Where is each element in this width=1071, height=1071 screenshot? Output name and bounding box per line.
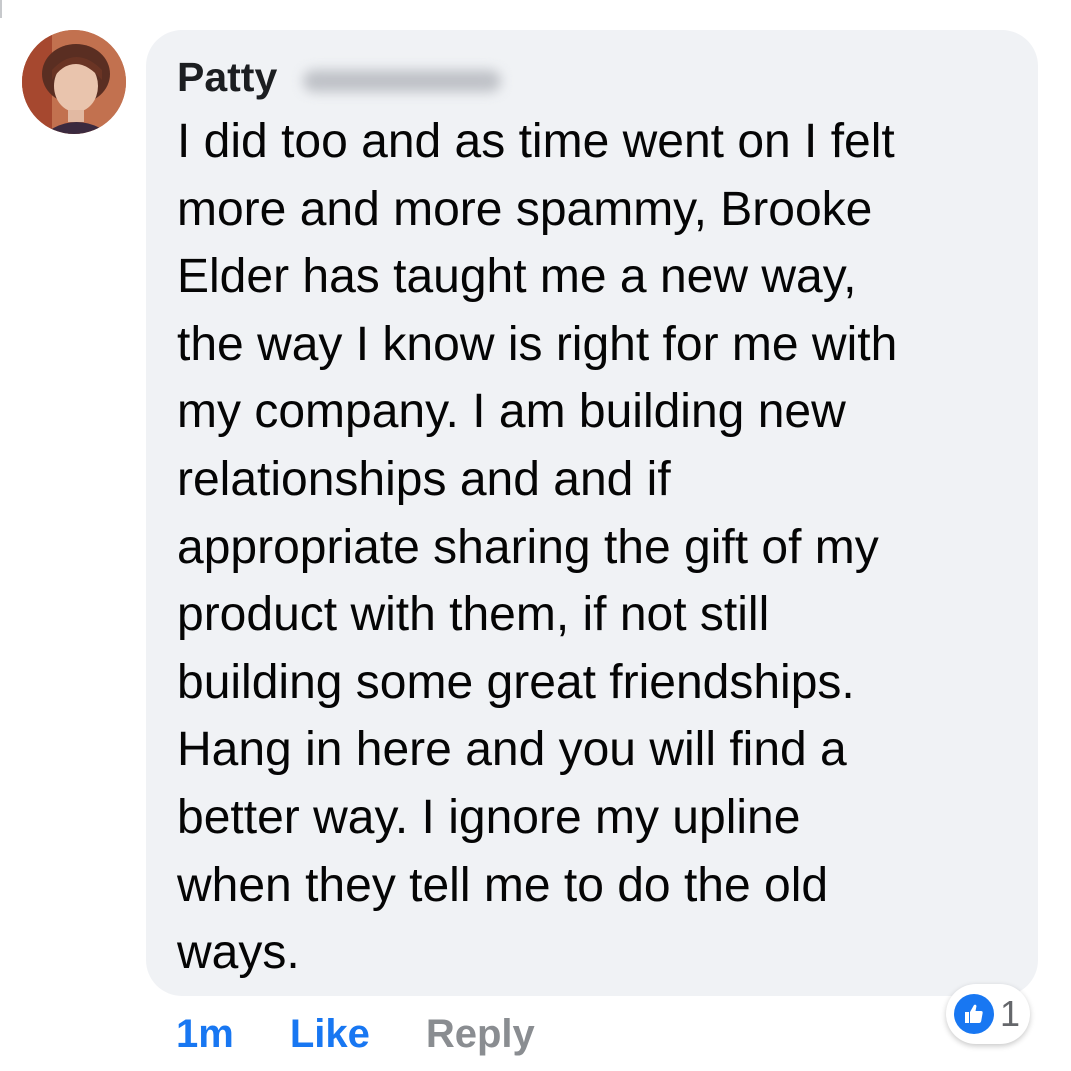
timestamp-link[interactable]: 1m [176,1012,234,1057]
comment-screenshot: Patty I did too and as time went on I fe… [0,0,1071,1071]
author-row: Patty [177,52,1018,102]
like-button[interactable]: Like [290,1012,370,1057]
reaction-count: 1 [1000,993,1021,1034]
reaction-summary[interactable]: 1 [946,984,1030,1044]
comment-actions: 1m Like Reply [176,1004,535,1064]
redacted-surname [303,70,502,92]
avatar-image [22,30,126,134]
author-name[interactable]: Patty [177,52,277,102]
like-thumbs-up-icon [954,994,994,1034]
edge-divider [0,0,2,18]
comment-bubble: Patty I did too and as time went on I fe… [146,30,1038,996]
reply-button[interactable]: Reply [426,1012,535,1057]
avatar[interactable] [22,30,126,134]
comment-text: I did too and as time went on I felt mor… [177,115,898,980]
